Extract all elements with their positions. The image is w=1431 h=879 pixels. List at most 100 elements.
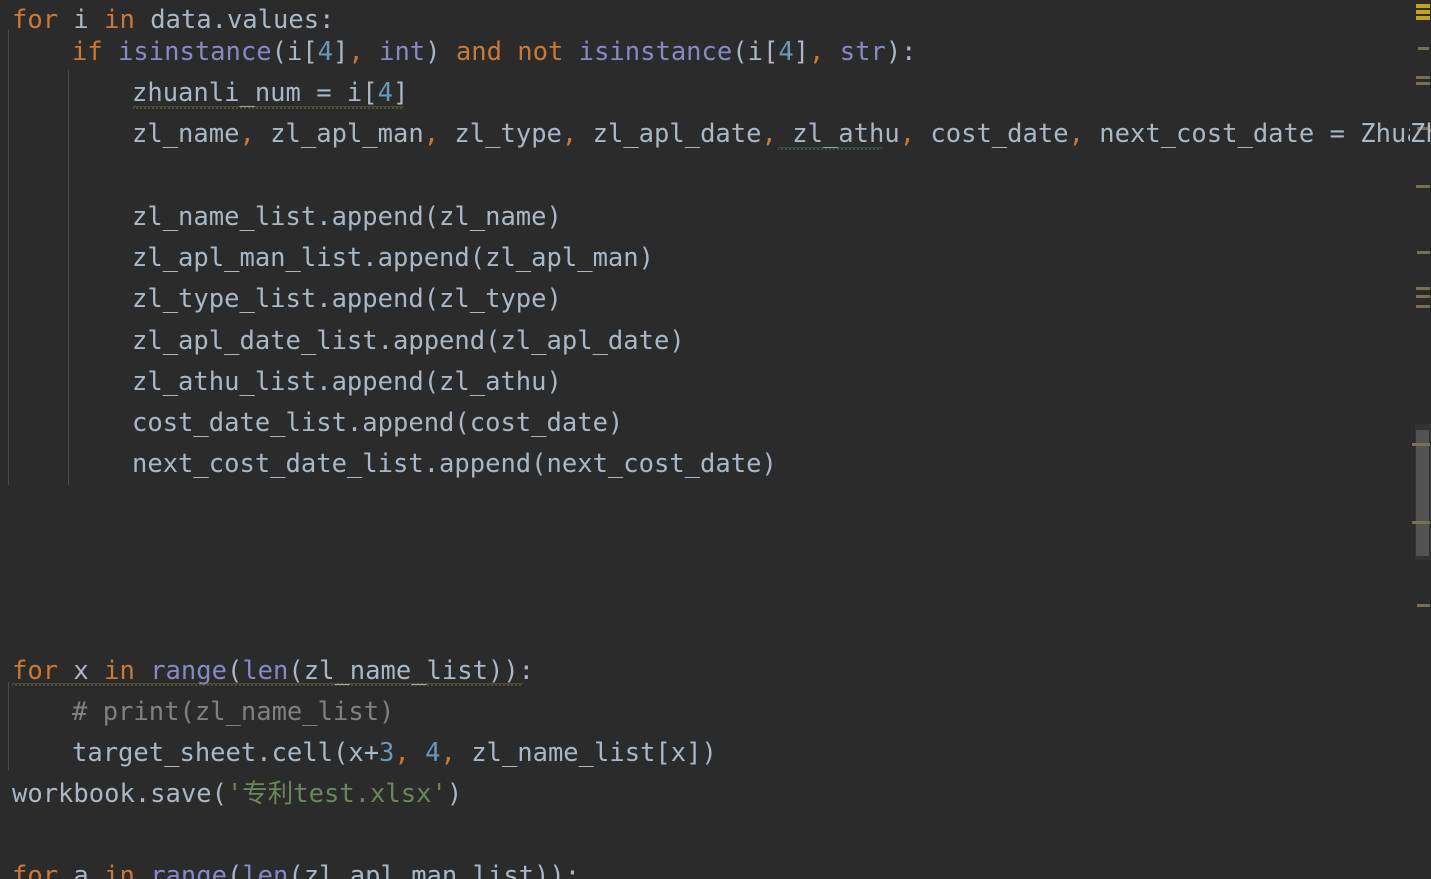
- code-token-ident: [135, 656, 150, 686]
- code-token-num: 3: [379, 738, 395, 768]
- code-token-punct: ,: [761, 119, 777, 149]
- code-token-num: 4: [778, 37, 794, 67]
- minimap-mark[interactable]: [1416, 287, 1430, 290]
- code-line[interactable]: next_cost_date_list.append(next_cost_dat…: [0, 444, 777, 485]
- code-token-ident: (i[: [732, 37, 779, 67]
- code-token-punct: ,: [899, 119, 916, 149]
- code-token-kw: for: [12, 861, 59, 879]
- code-token-ident: ]: [333, 37, 349, 67]
- code-token-ident: [824, 37, 839, 67]
- minimap-mark[interactable]: [1412, 521, 1430, 524]
- code-line[interactable]: zl_apl_date_list.append(zl_apl_date): [0, 321, 685, 362]
- code-token-builtin: isinstance: [578, 37, 733, 67]
- minimap-mark[interactable]: [1417, 604, 1430, 607]
- code-token-builtin: len: [242, 656, 289, 686]
- code-token-ident: ]: [393, 78, 409, 108]
- code-token-ident: zl_type_list.append(zl_type): [132, 284, 562, 314]
- code-overflow-text: ZhuanLi: [1410, 119, 1431, 149]
- code-token-punct: ,: [561, 119, 578, 149]
- code-token-ident: zl_type: [439, 119, 562, 149]
- code-token-ident: workbook.save(: [12, 779, 227, 809]
- minimap-mark[interactable]: [1416, 10, 1430, 14]
- code-token-ident: a: [58, 861, 105, 879]
- code-token-builtin: len: [242, 861, 289, 879]
- minimap-mark[interactable]: [1412, 443, 1430, 446]
- minimap-mark[interactable]: [1416, 185, 1430, 188]
- code-token-ident: (i[: [271, 37, 318, 67]
- code-token-kw: and: [455, 37, 502, 67]
- code-token-ident: zl_name: [132, 119, 240, 149]
- code-token-builtin: range: [150, 656, 227, 686]
- code-token-ident: zl_apl_man_list.append(zl_apl_man): [132, 243, 654, 273]
- code-line[interactable]: workbook.save('专利test.xlsx'): [0, 774, 462, 815]
- code-token-ident: ): [425, 37, 456, 67]
- code-token-punct: ,: [809, 37, 825, 67]
- code-line[interactable]: zl_apl_man_list.append(zl_apl_man): [0, 238, 654, 279]
- code-token-str: '专利test.xlsx': [226, 779, 447, 809]
- code-token-ident: cost_date_list.append(cost_date): [132, 408, 624, 438]
- code-token-punct: ,: [394, 738, 410, 768]
- code-token-ident: next_cost_date_list.append(next_cost_dat…: [132, 449, 777, 479]
- code-token-punct: ,: [239, 119, 255, 149]
- minimap-mark[interactable]: [1417, 251, 1430, 254]
- minimap-mark[interactable]: [1416, 16, 1430, 20]
- code-line[interactable]: # print(zl_name_list): [0, 692, 394, 733]
- code-token-punct: ,: [423, 119, 440, 149]
- minimap-mark[interactable]: [1416, 4, 1430, 8]
- code-token-kw: in: [104, 656, 135, 686]
- code-token-ident: zl_athu: [776, 119, 900, 149]
- code-line[interactable]: zl_name, zl_apl_man, zl_type, zl_apl_dat…: [0, 114, 1410, 155]
- code-line[interactable]: cost_date_list.append(cost_date): [0, 403, 623, 444]
- code-line[interactable]: zl_type_list.append(zl_type): [0, 279, 562, 320]
- code-editor-window[interactable]: for i in data.values: if isinstance(i[4],…: [0, 0, 1431, 879]
- code-token-ident: target_sheet.cell(x+: [72, 738, 380, 768]
- code-token-ident: zl_name_list.append(zl_name): [132, 202, 562, 232]
- code-line[interactable]: for a in range(len(zl_apl_man_list)):: [0, 856, 580, 879]
- code-line[interactable]: target_sheet.cell(x+3, 4, zl_name_list[x…: [0, 733, 717, 774]
- code-token-ident: ):: [885, 37, 917, 67]
- code-token-kw: in: [104, 5, 135, 35]
- code-line[interactable]: if isinstance(i[4], int) and not isinsta…: [0, 32, 917, 73]
- code-token-ident: next_cost_date = ZhuanLi: [1099, 119, 1410, 149]
- code-token-ident: cost_date: [915, 119, 1069, 149]
- code-token-ident: [410, 738, 425, 768]
- code-token-ident: i: [58, 5, 105, 35]
- code-token-ident: (: [226, 656, 243, 686]
- code-token-punct: ,: [440, 738, 456, 768]
- code-token-ident: [502, 37, 517, 67]
- code-token-ident: x: [58, 656, 105, 686]
- code-token-ident: zhuanli_num = i[: [132, 78, 378, 108]
- minimap-mark[interactable]: [1416, 76, 1430, 79]
- code-token-num: 4: [377, 78, 393, 108]
- code-token-ident: zl_apl_date: [577, 119, 762, 149]
- code-token-kw: for: [12, 5, 59, 35]
- code-token-ident: zl_athu_list.append(zl_athu): [132, 367, 562, 397]
- minimap-mark[interactable]: [1418, 47, 1429, 50]
- code-token-builtin: isinstance: [118, 37, 272, 67]
- scrollbar-thumb[interactable]: [1416, 430, 1429, 556]
- minimap-mark[interactable]: [1416, 305, 1430, 308]
- code-token-builtin: int: [379, 37, 426, 67]
- code-token-ident: ): [446, 779, 463, 809]
- code-token-num: 4: [425, 738, 441, 768]
- code-token-kw: for: [12, 656, 59, 686]
- code-token-ident: [364, 37, 379, 67]
- code-line[interactable]: zl_athu_list.append(zl_athu): [0, 362, 562, 403]
- code-token-kw: not: [517, 37, 564, 67]
- code-token-ident: ]: [793, 37, 810, 67]
- code-editor-text-area[interactable]: for i in data.values: if isinstance(i[4],…: [0, 0, 1410, 879]
- code-line[interactable]: for x in range(len(zl_name_list)):: [0, 651, 534, 692]
- minimap-mark[interactable]: [1416, 295, 1430, 298]
- minimap-mark[interactable]: [1416, 82, 1430, 85]
- code-token-punct: ,: [348, 37, 364, 67]
- code-line[interactable]: zl_name_list.append(zl_name): [0, 197, 562, 238]
- code-token-ident: [563, 37, 578, 67]
- code-line[interactable]: zhuanli_num = i[4]: [0, 73, 408, 114]
- code-token-builtin: str: [839, 37, 886, 67]
- code-token-punct: ,: [1068, 119, 1084, 149]
- code-token-ident: (zl_name_list)):: [288, 656, 535, 686]
- code-token-ident: [135, 861, 150, 879]
- code-token-kw: in: [104, 861, 135, 879]
- code-token-num: 4: [317, 37, 334, 67]
- code-token-ident: zl_apl_date_list.append(zl_apl_date): [132, 326, 685, 356]
